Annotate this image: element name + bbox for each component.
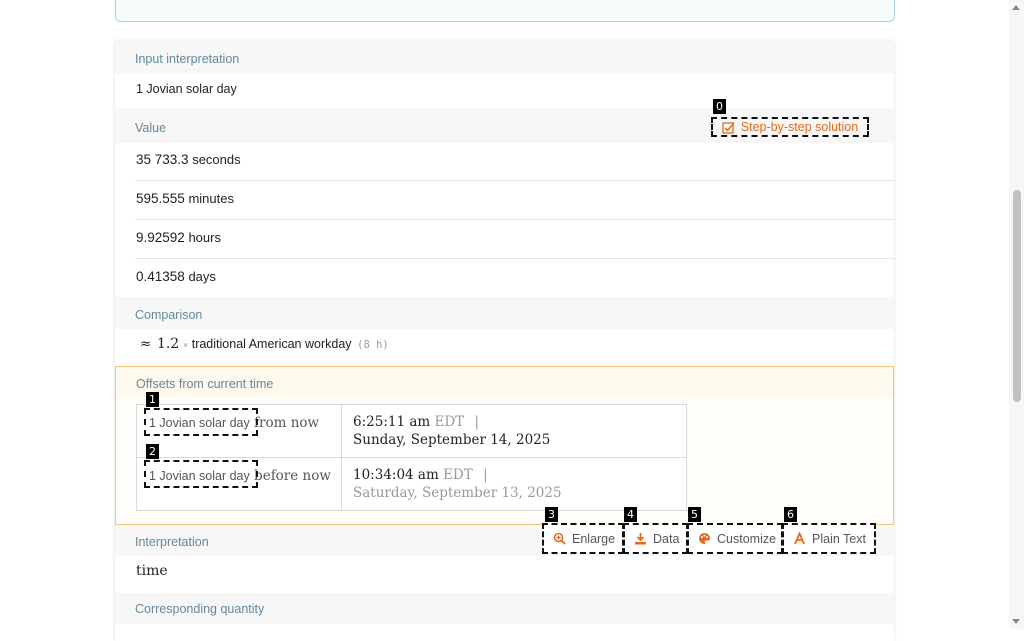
results-card: Input interpretation 1 Jovian solar day … — [115, 41, 895, 641]
step-by-step-button[interactable]: Step-by-step solution — [711, 117, 869, 137]
input-interpretation-header: Input interpretation — [115, 41, 894, 74]
value-unit: hours — [188, 230, 221, 245]
offset-separator: | — [483, 467, 488, 483]
customize-button[interactable]: Customize — [687, 523, 783, 554]
comparison-row: ≈ 1.2 × traditional American workday (8 … — [140, 336, 389, 352]
value-row-minutes: 595.555 minutes — [136, 191, 234, 206]
text-a-icon — [794, 532, 805, 545]
interpretation-title: Interpretation — [135, 535, 209, 549]
scroll-thumb[interactable] — [1013, 190, 1021, 402]
offset-label-cell: 1 Jovian solar day from now — [137, 405, 342, 457]
value-number: 595.555 — [136, 191, 185, 206]
value-unit: days — [188, 269, 216, 284]
value-number: 0.41358 — [136, 269, 185, 284]
step-by-step-label: Step-by-step solution — [740, 120, 859, 134]
divider — [135, 219, 895, 220]
comparison-title: Comparison — [135, 308, 203, 322]
plain-text-label: Plain Text — [812, 531, 866, 546]
offset-time: 10:34:04 am — [353, 467, 439, 483]
times-symbol: × — [182, 340, 189, 350]
value-unit: seconds — [192, 152, 241, 167]
offset-timezone: EDT — [443, 467, 473, 483]
scroll-up-icon[interactable] — [1012, 5, 1020, 10]
data-button[interactable]: Data — [623, 523, 688, 554]
input-interpretation-title: Input interpretation — [135, 52, 240, 66]
offset-timezone: EDT — [434, 414, 465, 430]
value-unit: minutes — [188, 191, 234, 206]
offset-date: Saturday, September 13, 2025 — [353, 485, 562, 501]
value-number: 9.92592 — [136, 230, 185, 245]
value-row-seconds: 35 733.3 seconds — [136, 152, 241, 167]
previous-pod-box — [115, 0, 895, 22]
value-row-days: 0.41358 days — [136, 269, 216, 284]
divider — [135, 258, 895, 259]
download-icon — [635, 533, 646, 545]
zoom-icon — [553, 532, 566, 545]
offset-value: 10:34:04 am EDT | Saturday, September 13… — [353, 466, 562, 502]
offset-time: 6:25:11 am — [353, 414, 431, 430]
data-label: Data — [653, 531, 680, 546]
value-title: Value — [135, 121, 167, 135]
comparison-factor: 1.2 — [156, 336, 180, 352]
offsets-title: Offsets from current time — [136, 377, 274, 391]
offset-value: 6:25:11 am EDT | Sunday, September 14, 2… — [353, 413, 550, 449]
scroll-down-icon[interactable] — [1012, 619, 1020, 624]
enlarge-button[interactable]: Enlarge — [542, 523, 624, 554]
vertical-scrollbar[interactable] — [1009, 0, 1024, 629]
comparison-item: traditional American workday — [191, 337, 352, 351]
corresponding-quantity-header: Corresponding quantity — [115, 593, 894, 624]
table-row: 1 Jovian solar day before now 10:34:04 a… — [137, 458, 686, 510]
interpretation-value: time — [136, 563, 168, 579]
customize-label: Customize — [717, 531, 777, 546]
offset-direction: from now — [249, 415, 320, 431]
plain-text-button[interactable]: Plain Text — [782, 523, 876, 554]
offsets-table: 1 Jovian solar day from now 6:25:11 am E… — [136, 404, 687, 511]
offset-date: Sunday, September 14, 2025 — [353, 432, 551, 448]
badge-0: 0 — [713, 99, 726, 114]
comparison-note: (8 h) — [357, 339, 389, 351]
offset-direction: before now — [249, 468, 331, 484]
approx-symbol: ≈ — [140, 336, 152, 352]
offsets-pod: Offsets from current time 1 Jovian solar… — [115, 366, 894, 525]
comparison-header: Comparison — [115, 297, 894, 329]
enlarge-label: Enlarge — [572, 531, 616, 546]
palette-icon — [699, 533, 710, 544]
offset-label-cell: 1 Jovian solar day before now — [137, 458, 342, 510]
badge-5: 5 — [688, 507, 701, 522]
badge-2: 2 — [146, 444, 159, 459]
badge-6: 6 — [784, 507, 797, 522]
badge-3: 3 — [545, 507, 558, 522]
checkbox-icon — [722, 121, 735, 134]
value-number: 35 733.3 — [136, 152, 189, 167]
input-interpretation-value: 1 Jovian solar day — [136, 82, 237, 96]
offset-separator: | — [474, 414, 480, 430]
offsets-header: Offsets from current time — [116, 367, 893, 397]
badge-1: 1 — [146, 392, 159, 407]
table-row: 1 Jovian solar day from now 6:25:11 am E… — [137, 405, 686, 458]
offset-link-before-now[interactable] — [144, 460, 258, 488]
offset-link-from-now[interactable] — [144, 408, 258, 436]
badge-4: 4 — [624, 507, 637, 522]
value-row-hours: 9.92592 hours — [136, 230, 221, 245]
divider — [135, 180, 895, 181]
corresponding-quantity-title: Corresponding quantity — [135, 602, 265, 616]
